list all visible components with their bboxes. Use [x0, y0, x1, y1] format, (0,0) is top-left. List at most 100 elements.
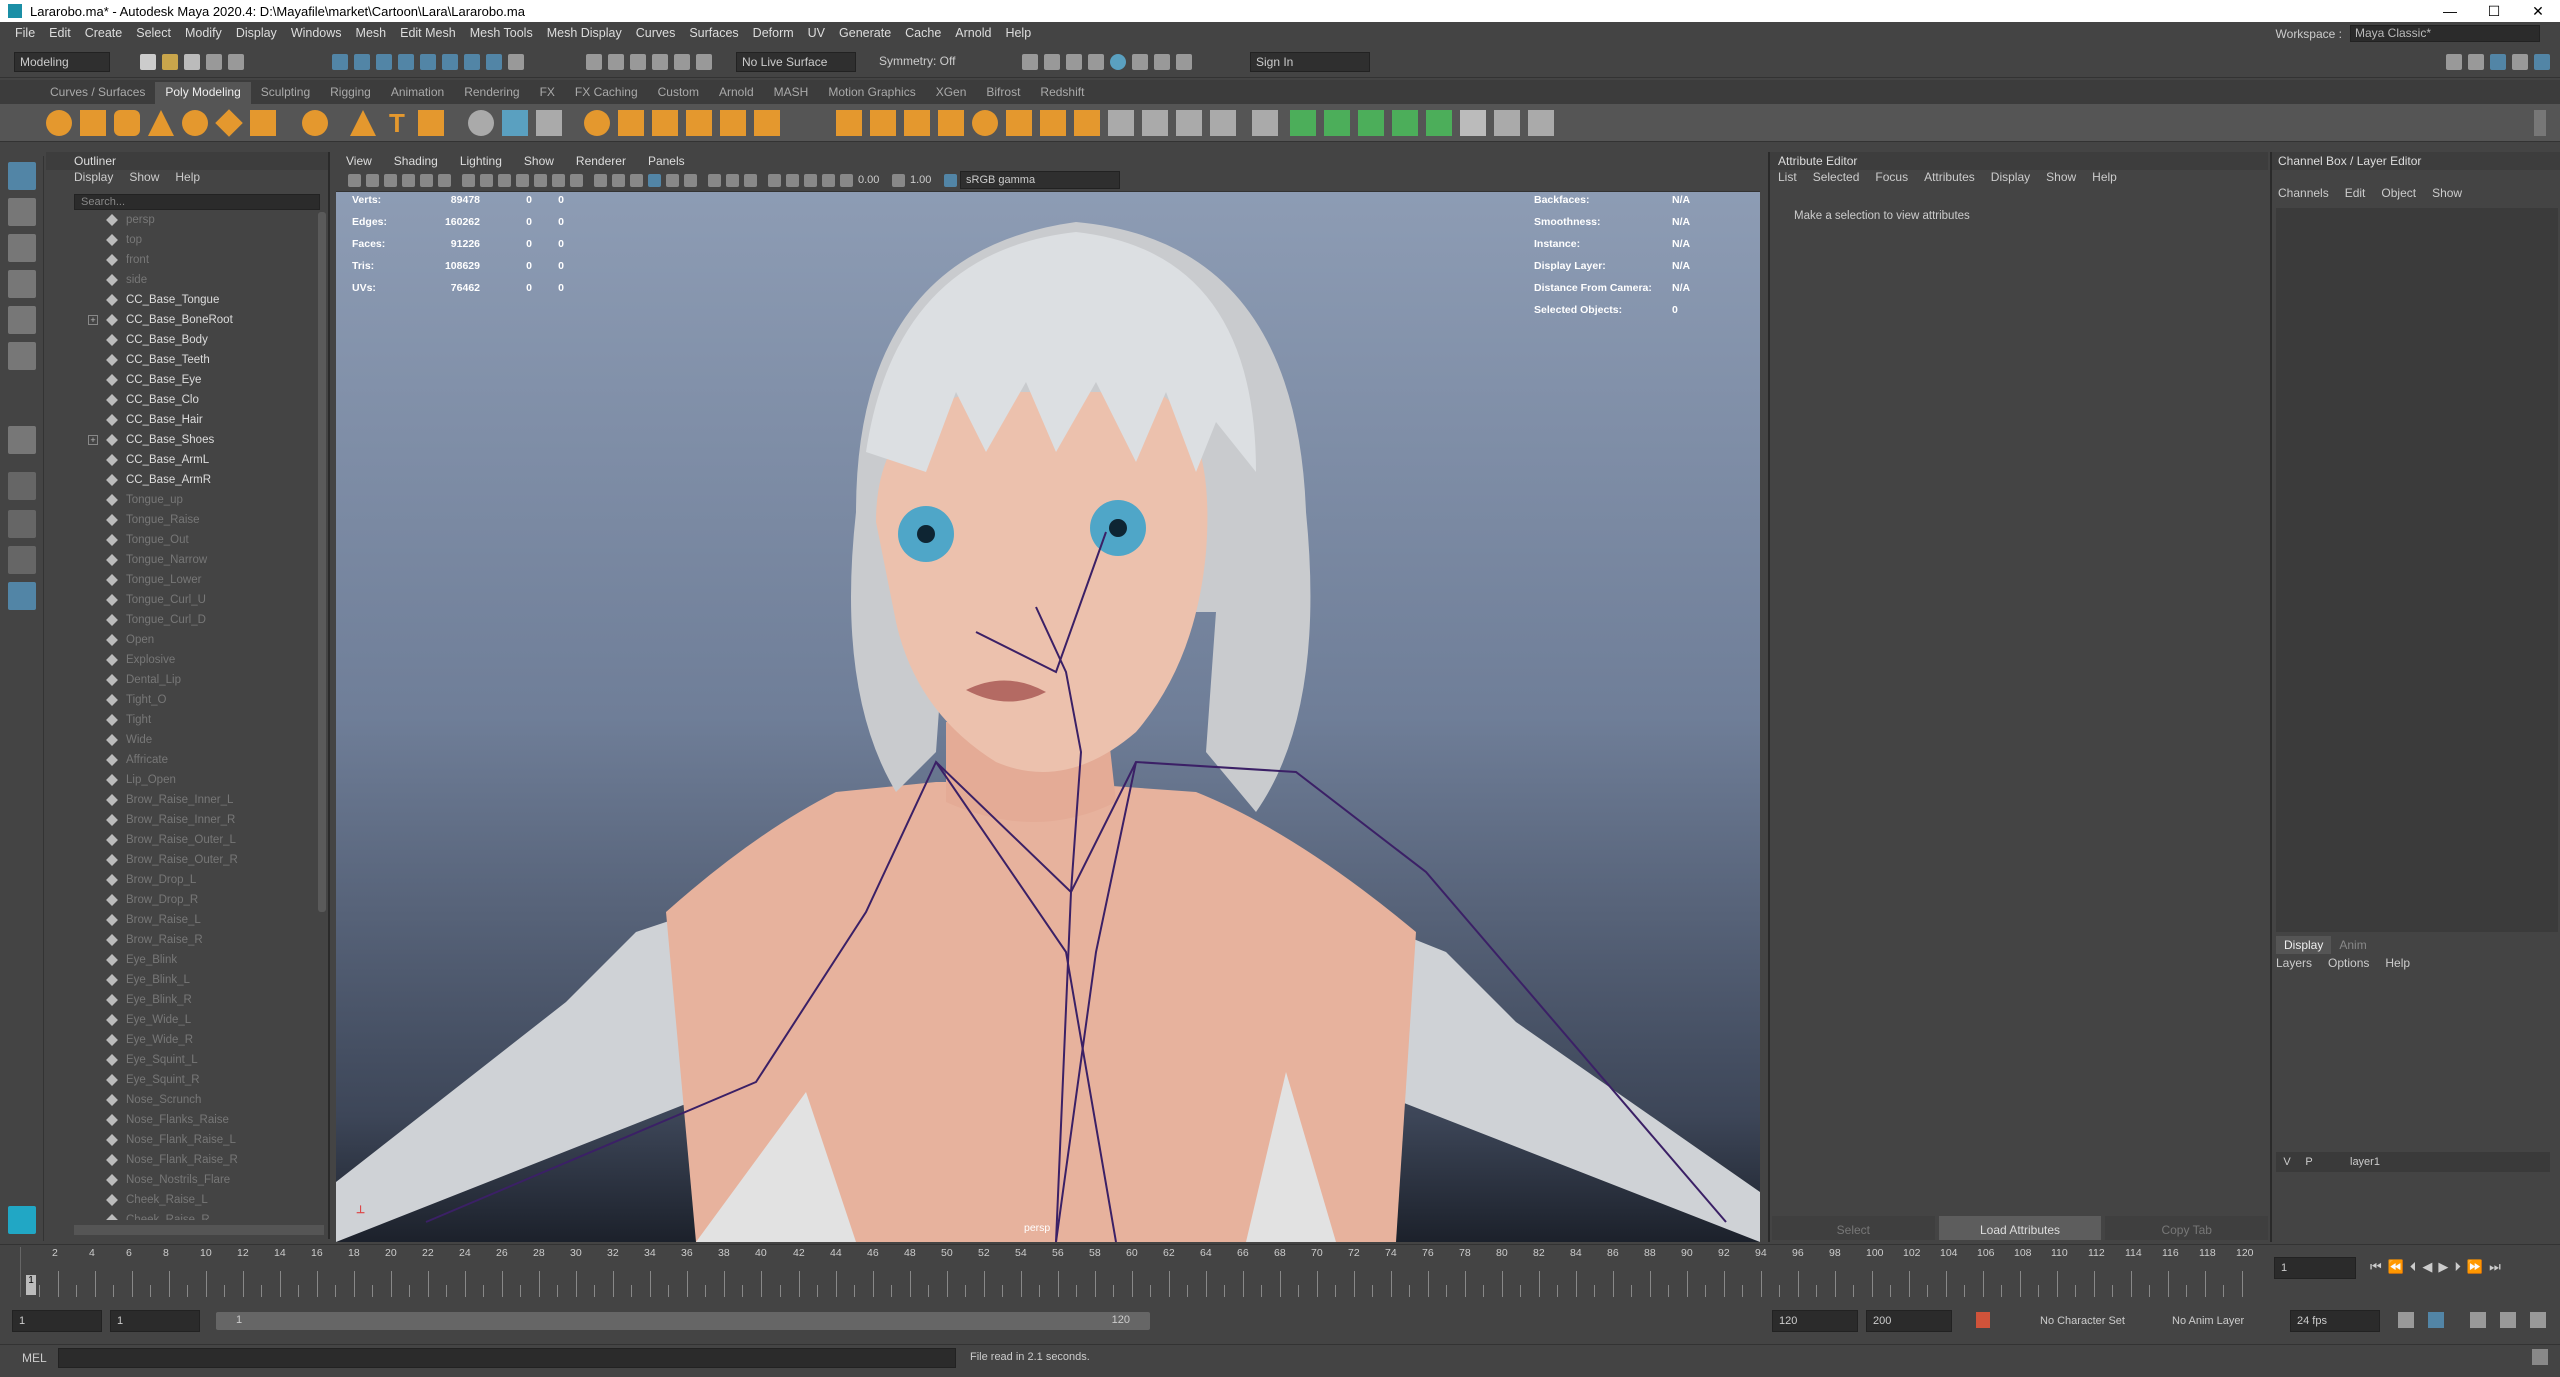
- outliner-item[interactable]: CC_Base_Eye: [46, 370, 316, 390]
- outliner-item[interactable]: Eye_Blink_L: [46, 970, 316, 990]
- shelf-tab-redshift[interactable]: Redshift: [1030, 82, 1094, 104]
- mirror-icon[interactable]: [870, 110, 896, 136]
- combine-icon[interactable]: [468, 110, 494, 136]
- snap-grid-icon[interactable]: [586, 54, 602, 70]
- fps-dropdown[interactable]: 24 fps: [2290, 1310, 2380, 1332]
- live-surface-field[interactable]: No Live Surface: [736, 52, 856, 72]
- connect-icon[interactable]: [1040, 110, 1066, 136]
- single-perspective-view-icon[interactable]: [8, 472, 36, 500]
- menu-edit[interactable]: Edit: [42, 26, 78, 40]
- viewport-persp[interactable]: Verts: 89478 0 0 Edges: 160262 0 0 Faces: 91226 0 0…: [336, 192, 1760, 1242]
- circularize-icon[interactable]: [972, 110, 998, 136]
- shelf-tab-curves-surfaces[interactable]: Curves / Surfaces: [40, 82, 155, 104]
- go-to-end-icon[interactable]: ⏭: [2489, 1259, 2501, 1275]
- poly-cone-icon[interactable]: [148, 110, 174, 136]
- script-editor-icon[interactable]: [2532, 1349, 2548, 1365]
- viewport-menu-show[interactable]: Show: [524, 154, 554, 168]
- menu-windows[interactable]: Windows: [284, 26, 349, 40]
- toggle-tool-settings-icon[interactable]: [2512, 54, 2528, 70]
- poly-cube-icon[interactable]: [80, 110, 106, 136]
- select-by-hierarchy-icon[interactable]: [332, 54, 348, 70]
- poly-pyramid-icon[interactable]: [350, 110, 376, 136]
- view-transform-dropdown[interactable]: sRGB gamma: [960, 171, 1120, 189]
- toggle-channel-box-icon[interactable]: [2534, 54, 2550, 70]
- animation-preferences-icon[interactable]: [2500, 1312, 2516, 1328]
- rotate-tool-icon[interactable]: [8, 306, 36, 334]
- symmetry-dropdown[interactable]: Symmetry: Off: [874, 52, 984, 72]
- detach-icon[interactable]: [1074, 110, 1100, 136]
- snap-curve-icon[interactable]: [608, 54, 624, 70]
- layer-menu-layers[interactable]: Layers: [2276, 956, 2312, 974]
- outliner-item[interactable]: Cheek_Raise_L: [46, 1190, 316, 1210]
- outliner-item[interactable]: Eye_Squint_R: [46, 1070, 316, 1090]
- outliner-item[interactable]: CC_Base_Body: [46, 330, 316, 350]
- select-camera-icon[interactable]: [348, 174, 361, 187]
- multi-cut-icon[interactable]: [1176, 110, 1202, 136]
- pause-ipr-icon[interactable]: [1176, 54, 1192, 70]
- shelf-tab-bifrost[interactable]: Bifrost: [976, 82, 1030, 104]
- poly-plane-icon[interactable]: [215, 109, 243, 137]
- playback-end-field[interactable]: 120: [1772, 1310, 1858, 1332]
- uv-editor-icon[interactable]: [1426, 110, 1452, 136]
- viewport-menu-shading[interactable]: Shading: [394, 154, 438, 168]
- smooth-shade-icon[interactable]: [612, 174, 625, 187]
- outliner-item[interactable]: Tight: [46, 710, 316, 730]
- render-settings-icon[interactable]: [1088, 54, 1104, 70]
- viewport-menu-lighting[interactable]: Lighting: [460, 154, 502, 168]
- outliner-item[interactable]: CC_Base_Teeth: [46, 350, 316, 370]
- menu-edit-mesh[interactable]: Edit Mesh: [393, 26, 463, 40]
- camera-attributes-icon[interactable]: [366, 174, 379, 187]
- four-view-icon[interactable]: [8, 510, 36, 538]
- outliner-item[interactable]: Tongue_Raise: [46, 510, 316, 530]
- paint-select-tool-icon[interactable]: [8, 234, 36, 262]
- shadows-icon[interactable]: [684, 174, 697, 187]
- outliner-item[interactable]: Tongue_Lower: [46, 570, 316, 590]
- platonic-solid-icon[interactable]: [302, 110, 328, 136]
- outliner-item[interactable]: persp: [46, 210, 316, 230]
- bevel-icon[interactable]: [686, 110, 712, 136]
- outliner-item[interactable]: Brow_Raise_Inner_R: [46, 810, 316, 830]
- maximize-button[interactable]: ☐: [2472, 0, 2516, 22]
- character-set-dropdown[interactable]: No Character Set: [2040, 1315, 2125, 1327]
- snap-center-icon[interactable]: [696, 54, 712, 70]
- menu-arnold[interactable]: Arnold: [948, 26, 998, 40]
- loop-icon[interactable]: [2398, 1312, 2414, 1328]
- film-gate-icon[interactable]: [480, 174, 493, 187]
- current-frame-field[interactable]: 1: [2274, 1257, 2356, 1279]
- cache-playback-icon[interactable]: [2428, 1312, 2444, 1328]
- shelf-tab-fx-caching[interactable]: FX Caching: [565, 82, 648, 104]
- layer-name[interactable]: layer1: [2350, 1156, 2380, 1168]
- gamma-value[interactable]: 1.00: [910, 174, 931, 186]
- outliner-item[interactable]: Nose_Nostrils_Flare: [46, 1170, 316, 1190]
- outliner-item[interactable]: Eye_Wide_L: [46, 1010, 316, 1030]
- cb-menu-object[interactable]: Object: [2381, 186, 2416, 204]
- outliner-item[interactable]: + CC_Base_Shoes: [46, 430, 316, 450]
- outliner-item[interactable]: Nose_Flank_Raise_R: [46, 1150, 316, 1170]
- shelf-tab-fx[interactable]: FX: [530, 82, 565, 104]
- outliner-scrollbar[interactable]: [318, 212, 326, 912]
- outliner-item[interactable]: Eye_Blink_R: [46, 990, 316, 1010]
- ae-menu-show[interactable]: Show: [2046, 170, 2076, 188]
- viewport-menu-renderer[interactable]: Renderer: [576, 154, 626, 168]
- uv-auto-icon[interactable]: [1392, 110, 1418, 136]
- outliner-item[interactable]: Tongue_Narrow: [46, 550, 316, 570]
- ae-menu-selected[interactable]: Selected: [1813, 170, 1860, 188]
- outliner-item[interactable]: Nose_Flanks_Raise: [46, 1110, 316, 1130]
- cb-menu-edit[interactable]: Edit: [2345, 186, 2366, 204]
- render-view-icon[interactable]: [1132, 54, 1148, 70]
- xray-components-icon[interactable]: [822, 174, 835, 187]
- outliner-item[interactable]: Tongue_Out: [46, 530, 316, 550]
- isolate-select-icon[interactable]: [768, 174, 781, 187]
- select-by-component-icon[interactable]: [376, 54, 392, 70]
- xray-icon[interactable]: [786, 174, 799, 187]
- menu-display[interactable]: Display: [229, 26, 284, 40]
- snap-point-icon[interactable]: [630, 54, 646, 70]
- quad-draw-icon[interactable]: [1210, 110, 1236, 136]
- outliner-item[interactable]: Eye_Wide_R: [46, 1030, 316, 1050]
- current-time-marker[interactable]: 1: [26, 1275, 36, 1295]
- outliner-item[interactable]: + CC_Base_BoneRoot: [46, 310, 316, 330]
- outliner-item[interactable]: Eye_Blink: [46, 950, 316, 970]
- outliner-layout-icon[interactable]: [8, 582, 36, 610]
- outliner-item[interactable]: Tongue_Curl_U: [46, 590, 316, 610]
- hypershade-icon[interactable]: [1110, 54, 1126, 70]
